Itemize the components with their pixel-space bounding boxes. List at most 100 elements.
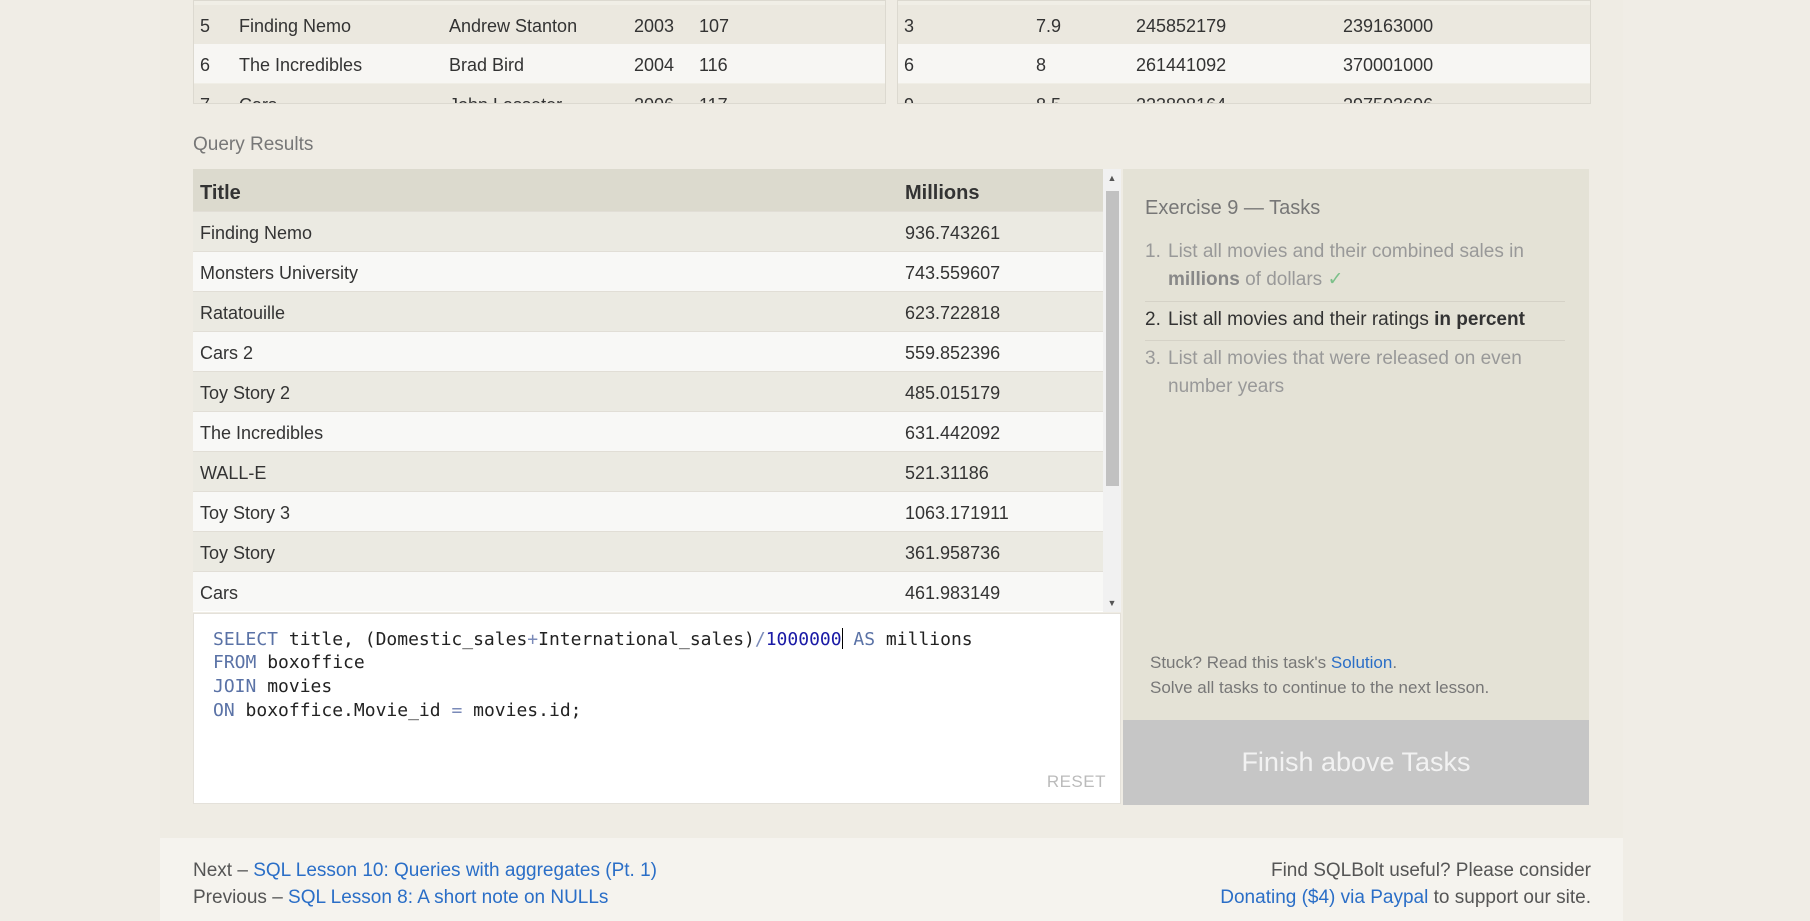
results-header: Title Millions [193,169,1103,211]
keyword-as: AS [842,629,876,650]
cell-domestic-sales: 245852179 [1136,16,1227,36]
table-row: 3 7.9 245852179 239163000 [898,5,1590,44]
tasks-title: Exercise 9 — Tasks [1145,197,1321,219]
keyword-join: JOIN [213,676,257,697]
support-text: Find SQLBolt useful? Please consider [1270,860,1591,881]
column-header-title: Title [200,182,241,204]
cell-international-sales: 297503696 [1343,95,1433,103]
solution-link[interactable]: Solution [1331,653,1392,672]
cell-year: 2006 [634,95,674,103]
scroll-down-arrow-icon[interactable]: ▼ [1103,594,1121,612]
table-row: Toy Story 3 1063.171911 [193,491,1103,531]
table-row: Finding Nemo 936.743261 [193,211,1103,251]
next-lesson-link[interactable]: SQL Lesson 10: Queries with aggregates (… [253,860,657,881]
task-text: List all movies and their ratings in per… [1168,306,1543,334]
code-text: boxoffice [256,652,365,673]
cell-title: Monsters University [200,263,359,283]
reset-button[interactable]: RESET [1047,772,1106,792]
cell-year: 2004 [634,55,675,75]
task-number: 1. [1145,241,1161,262]
cell-title: Cars 2 [200,343,254,363]
cell-rating: 8.5 [1036,95,1061,103]
previous-lesson: Previous – SQL Lesson 8: A short note on… [193,887,608,909]
table-row: 7 Cars John Lasseter 2006 117 [194,84,885,103]
stuck-text-end: . [1392,653,1398,672]
cell-rating: 7.9 [1036,16,1062,36]
table-row: Toy Story 2 485.015179 [193,371,1103,411]
task-text-part: List all movies and their ratings [1168,309,1435,330]
operator-divide: / [754,629,766,650]
cell-title: Cars [200,583,239,603]
stuck-hint: Stuck? Read this task's Solution. [1150,653,1397,673]
cell-id: 6 [200,55,211,75]
cell-title: Ratatouille [200,303,286,323]
query-results-label: Query Results [193,134,314,155]
cell-title: Toy Story [200,543,276,563]
code-line-1[interactable]: SELECT title, (Domestic_sales+Internatio… [213,628,973,650]
table-row: WALL-E 521.31186 [193,451,1103,491]
cell-millions: 361.958736 [905,543,1001,563]
previous-prefix: Previous – [193,887,289,908]
boxoffice-table: 3 7.9 245852179 239163000 6 8 261441092 … [897,0,1591,104]
task-divider [1145,301,1565,302]
task-number: 3. [1145,348,1161,369]
keyword-from: FROM [213,652,257,673]
cell-director: Andrew Stanton [449,16,578,36]
cell-title: WALL-E [200,463,267,483]
cell-director: Brad Bird [449,55,525,75]
task-text-part: List all movies and their combined sales… [1168,241,1524,262]
results-scrollbar[interactable]: ▲ ▼ [1103,169,1121,612]
code-text: millions [875,629,973,650]
cell-movie-id: 6 [904,55,915,75]
cell-title: Toy Story 2 [200,383,291,403]
task-text-bold: millions [1168,269,1240,290]
cell-millions: 936.743261 [905,223,1001,243]
cell-millions: 1063.171911 [905,503,1009,523]
table-row: Ratatouille 623.722818 [193,291,1103,331]
code-text: movies.id; [462,700,582,721]
code-line-2[interactable]: FROM boxoffice [213,652,365,673]
task-text-part: of dollars [1239,269,1328,290]
scroll-up-arrow-icon[interactable]: ▲ [1103,169,1121,187]
previous-lesson-link[interactable]: SQL Lesson 8: A short note on NULLs [288,887,608,908]
keyword-select: SELECT [213,629,279,650]
donate-line: Donating ($4) via Paypal to support our … [1220,887,1591,909]
tasks-panel: Exercise 9 — Tasks 1. List all movies an… [1123,169,1589,805]
task-divider [1145,340,1565,341]
cell-millions: 521.31186 [905,463,989,483]
cell-millions: 631.442092 [905,423,1001,443]
table-row: Toy Story 361.958736 [193,531,1103,571]
finish-tasks-button[interactable]: Finish above Tasks [1123,720,1589,805]
cell-title: The Incredibles [239,55,363,75]
cell-length: 117 [699,95,728,103]
cell-millions: 559.852396 [905,343,1001,363]
cell-millions: 623.722818 [905,303,1001,323]
cell-movie-id: 9 [904,95,914,103]
table-row: 5 Finding Nemo Andrew Stanton 2003 107 [194,5,885,44]
cell-millions: 461.983149 [905,583,1001,603]
lesson-area: 5 Finding Nemo Andrew Stanton 2003 107 6… [160,0,1623,838]
table-row: 6 The Incredibles Brad Bird 2004 116 [194,44,885,83]
code-text: International_sales) [538,629,755,650]
table-row: Monsters University 743.559607 [193,251,1103,291]
cell-year: 2003 [634,16,675,36]
table-row: Cars 2 559.852396 [193,331,1103,371]
donate-suffix: to support our site. [1428,887,1591,908]
movies-table: 5 Finding Nemo Andrew Stanton 2003 107 6… [193,0,886,104]
donate-link[interactable]: Donating ($4) via Paypal [1220,887,1428,908]
cell-movie-id: 3 [904,16,915,36]
code-line-3[interactable]: JOIN movies [213,676,332,697]
sql-editor[interactable]: SELECT title, (Domestic_sales+Internatio… [193,613,1121,804]
scrollbar-thumb[interactable] [1106,191,1119,486]
cell-title: Cars [239,95,277,103]
cell-domestic-sales: 223808164 [1136,95,1226,103]
stuck-text: Stuck? Read this task's [1150,653,1331,672]
cell-title: The Incredibles [200,423,324,443]
table-row: The Incredibles 631.442092 [193,411,1103,451]
page: 5 Finding Nemo Andrew Stanton 2003 107 6… [160,0,1623,921]
code-line-4[interactable]: ON boxoffice.Movie_id = movies.id; [213,700,582,721]
cell-international-sales: 370001000 [1343,55,1434,75]
cell-millions: 485.015179 [905,383,1001,403]
query-results-table[interactable]: Title Millions Finding Nemo 936.743261 M… [193,169,1121,612]
solve-all-hint: Solve all tasks to continue to the next … [1150,678,1490,697]
